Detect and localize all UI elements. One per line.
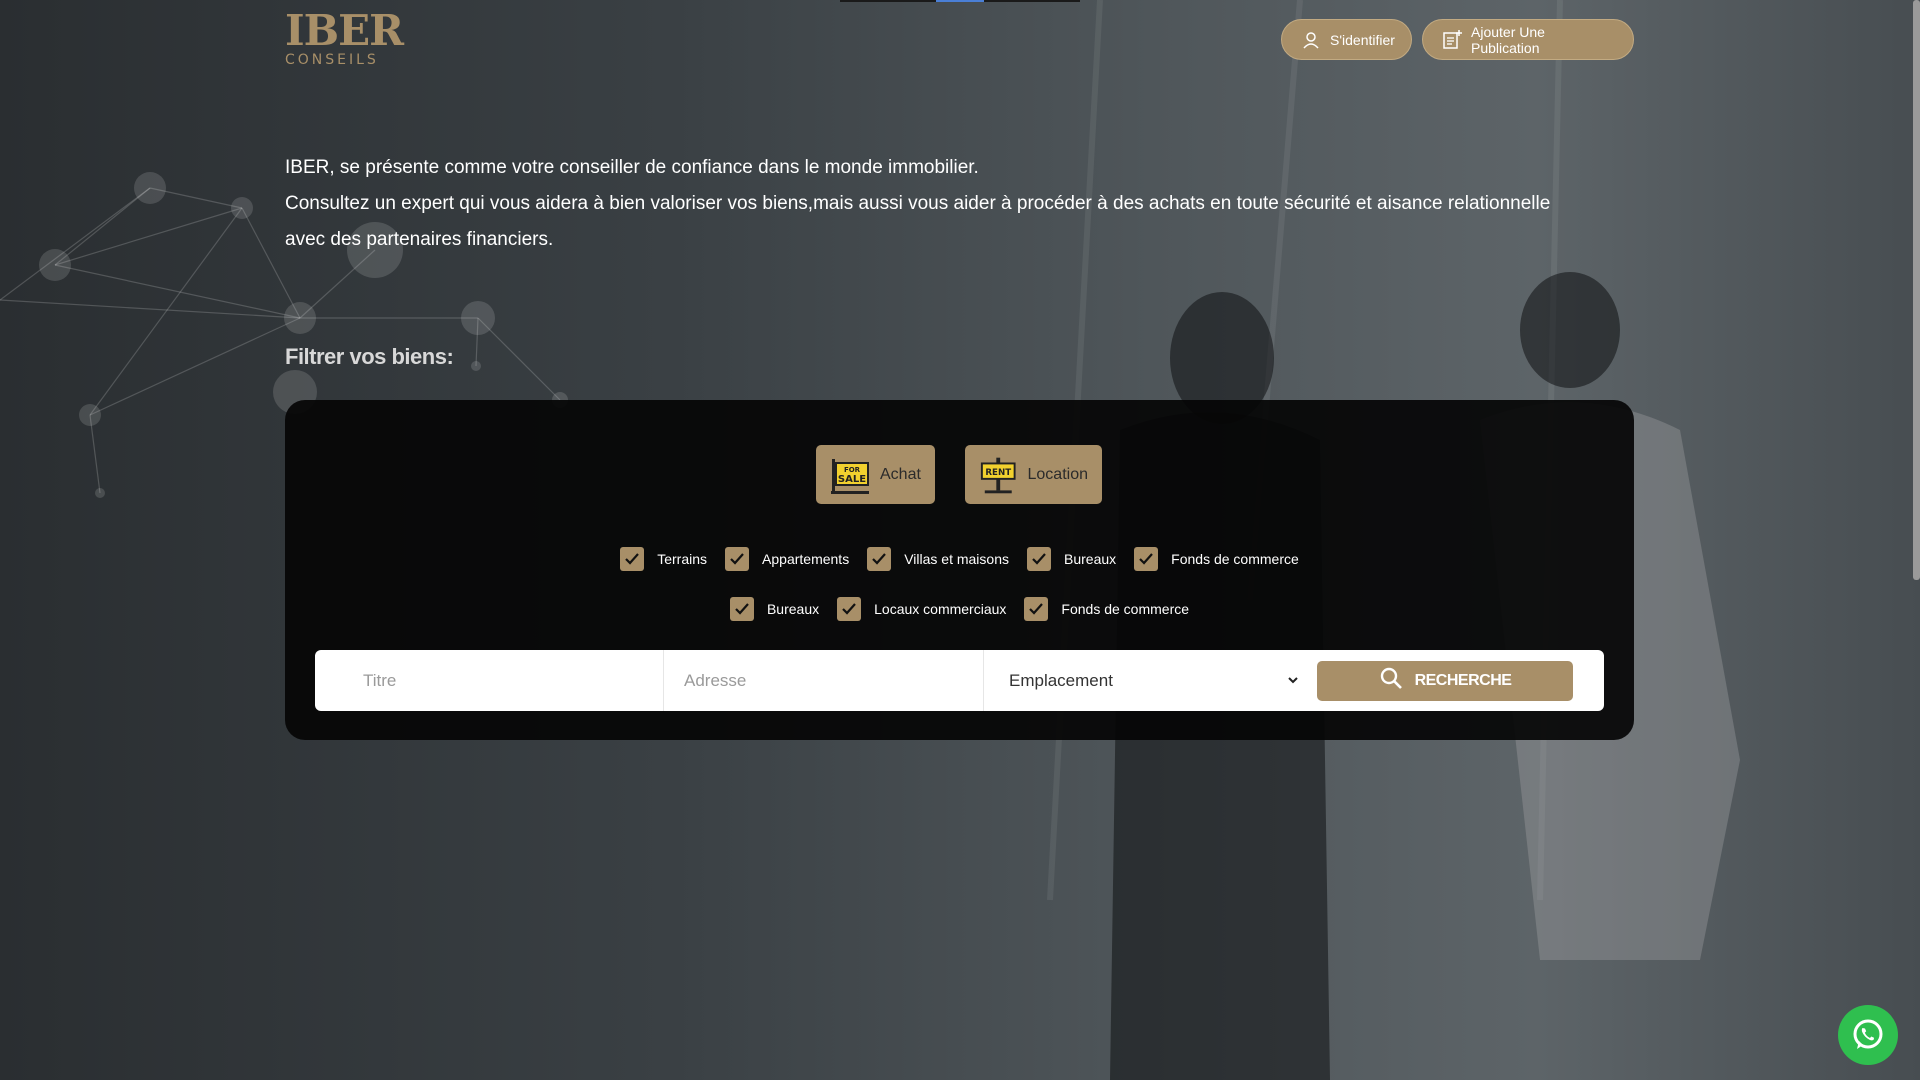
category-checkbox-row-1: Terrains Appartements Villas et maisons …: [285, 547, 1634, 571]
tab-location[interactable]: RENT Location: [965, 445, 1102, 504]
category-checkbox-row-2: Bureaux Locaux commerciaux Fonds de comm…: [285, 597, 1634, 621]
filter-title: Filtrer vos biens:: [285, 344, 454, 369]
checkbox-label: Villas et maisons: [904, 551, 1009, 567]
search-button[interactable]: RECHERCHE: [1317, 660, 1573, 701]
checkbox-terrains[interactable]: Terrains: [620, 547, 707, 571]
checkbox-label: Terrains: [657, 551, 708, 567]
checkbox-appartements[interactable]: Appartements: [725, 547, 849, 571]
checkmark-icon: [620, 547, 645, 571]
checkmark-icon: [725, 547, 750, 571]
whatsapp-icon: [1853, 1019, 1883, 1049]
user-icon: [1300, 29, 1322, 51]
checkmark-icon: [1134, 547, 1159, 571]
search-icon: [1379, 666, 1403, 695]
search-button-label: RECHERCHE: [1414, 671, 1512, 689]
checkbox-locaux-commerciaux[interactable]: Locaux commerciaux: [837, 597, 1006, 621]
chevron-down-icon: [1287, 671, 1299, 691]
checkbox-label: Bureaux: [766, 601, 820, 617]
checkmark-icon: [729, 597, 754, 621]
checkbox-label: Appartements: [762, 551, 850, 567]
add-publication-label: Ajouter Une Publication: [1471, 23, 1545, 56]
site-logo[interactable]: IBER CONSEILS: [285, 6, 404, 70]
checkmark-icon: [837, 597, 862, 621]
rent-sign-icon: RENT: [980, 457, 1016, 493]
location-select[interactable]: Emplacement: [984, 650, 1303, 711]
checkbox-bureaux[interactable]: Bureaux: [1027, 547, 1116, 571]
logo-wordmark: IBER: [285, 6, 404, 55]
whatsapp-button[interactable]: [1838, 1005, 1898, 1065]
page-scrollbar[interactable]: [1913, 0, 1920, 580]
title-field-wrapper: [315, 650, 664, 711]
checkmark-icon: [1027, 547, 1051, 571]
intro-line-2: Consultez un expert qui vous aidera à bi…: [285, 193, 1551, 250]
svg-text:RENT: RENT: [985, 468, 1011, 478]
checkbox-fonds-de-commerce-2[interactable]: Fonds de commerce: [1024, 597, 1189, 621]
checkbox-villas-maisons[interactable]: Villas et maisons: [867, 547, 1009, 571]
add-document-icon: [1441, 29, 1463, 51]
tab-location-label: Location: [1027, 465, 1089, 483]
checkbox-label: Fonds de commerce: [1061, 601, 1190, 617]
login-button[interactable]: S'identifier: [1281, 19, 1412, 60]
checkbox-bureaux-2[interactable]: Bureaux: [729, 597, 820, 621]
tab-achat[interactable]: FOR SALE Achat: [816, 445, 935, 504]
checkbox-label: Fonds de commerce: [1171, 551, 1299, 567]
search-bar: Emplacement RECHERCHE: [315, 650, 1604, 711]
checkbox-fonds-de-commerce[interactable]: Fonds de commerce: [1134, 547, 1299, 571]
top-loader-bar: [840, 0, 1080, 2]
intro-text: IBER, se présente comme votre conseiller…: [285, 150, 1575, 258]
location-select-value: Emplacement: [1009, 670, 1113, 690]
login-label: S'identifier: [1330, 31, 1395, 48]
svg-text:FOR: FOR: [844, 466, 861, 474]
checkbox-label: Locaux commerciaux: [874, 601, 1007, 617]
address-input[interactable]: [684, 650, 983, 711]
title-input[interactable]: [363, 650, 663, 711]
intro-line-1: IBER, se présente comme votre conseiller…: [285, 157, 979, 178]
add-publication-button[interactable]: Ajouter Une Publication: [1422, 19, 1634, 60]
logo-tagline: CONSEILS: [285, 52, 379, 68]
for-sale-sign-icon: FOR SALE: [831, 458, 869, 494]
checkmark-icon: [867, 547, 892, 571]
tab-achat-label: Achat: [880, 465, 921, 483]
checkbox-label: Bureaux: [1064, 551, 1117, 567]
address-field-wrapper: [664, 650, 984, 711]
svg-text:SALE: SALE: [838, 474, 866, 485]
checkmark-icon: [1024, 597, 1049, 621]
filter-panel: FOR SALE Achat RENT Location Terrains Ap…: [285, 400, 1634, 740]
